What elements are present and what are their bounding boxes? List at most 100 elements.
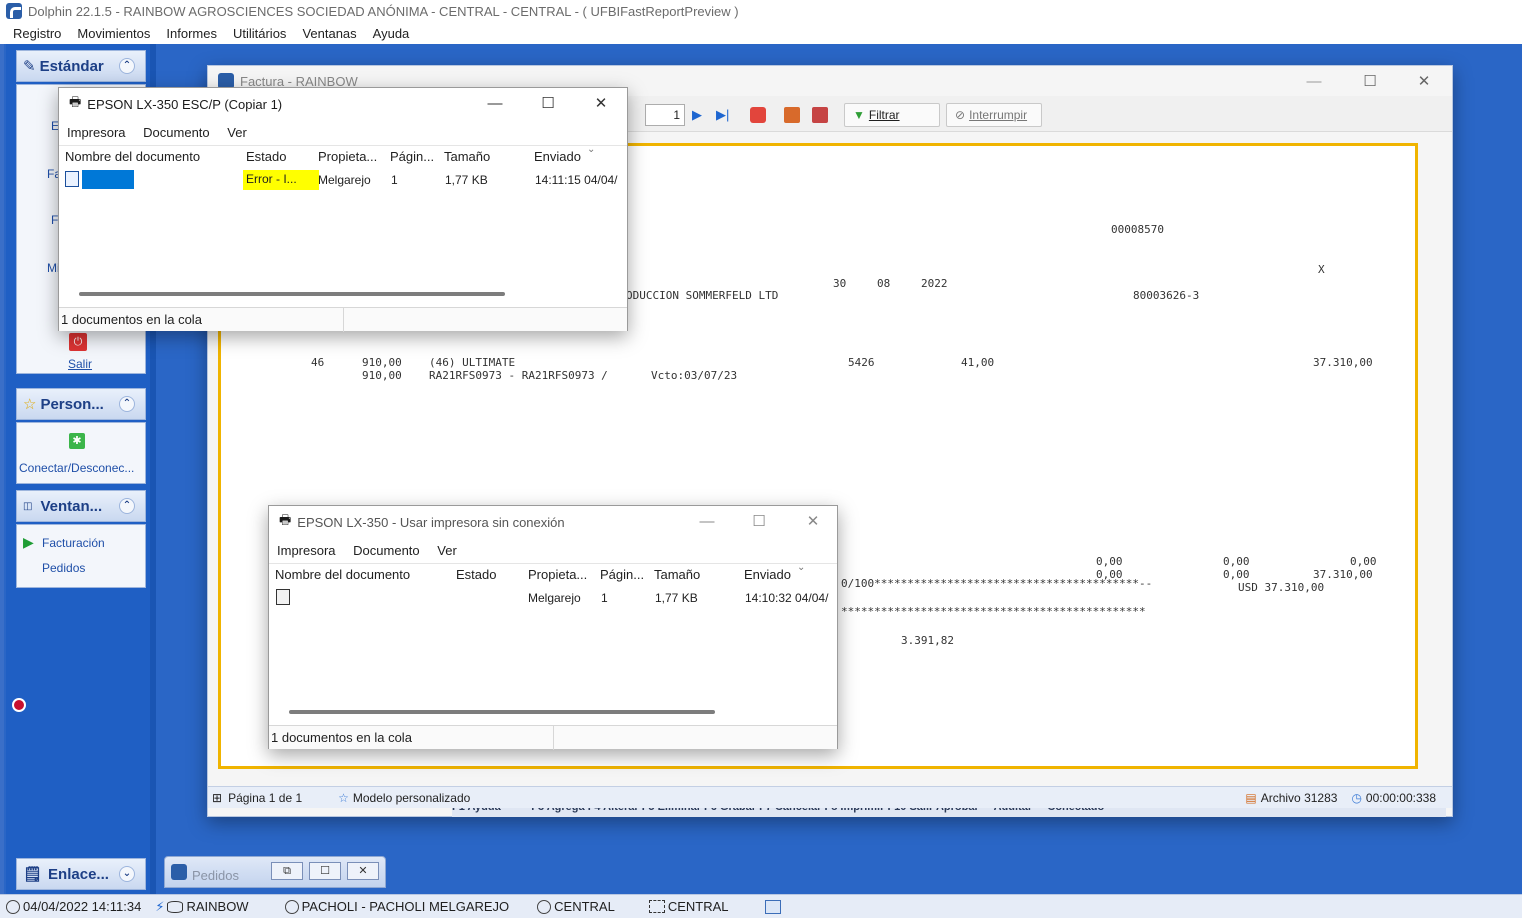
filler-line: ****************************************…	[841, 605, 1146, 618]
stop-icon[interactable]	[750, 107, 766, 123]
menu-ventanas[interactable]: Ventanas	[302, 26, 356, 41]
col-status[interactable]: Estado	[456, 567, 496, 582]
col-sent[interactable]: Enviado	[534, 149, 581, 164]
menu-utilitarios[interactable]: Utilitários	[233, 26, 286, 41]
location-icon	[537, 899, 552, 914]
menu-ayuda[interactable]: Ayuda	[373, 26, 410, 41]
menu-impresora[interactable]: Impresora	[67, 125, 126, 140]
col-size[interactable]: Tamaño	[444, 149, 490, 164]
menu-ver[interactable]: Ver	[437, 543, 457, 558]
restore-button[interactable]: ⧉	[271, 862, 303, 880]
maximize-button[interactable]: ☐	[522, 88, 574, 120]
sort-chevron-icon[interactable]: ⌄	[797, 562, 805, 573]
plug-icon: ⚡	[155, 898, 165, 914]
next-page-icon[interactable]: ▶	[692, 107, 702, 123]
close-button[interactable]: ✕	[787, 506, 839, 538]
collapse-chevron-icon[interactable]: ⌃	[119, 498, 135, 514]
window-link-facturacion[interactable]: Facturación	[42, 536, 105, 550]
horizontal-scrollbar[interactable]	[79, 292, 505, 296]
salir-link[interactable]: Salir	[68, 357, 92, 371]
conectar-desconectar-link[interactable]: Conectar/Desconec...	[19, 461, 134, 475]
window-link-pedidos[interactable]: Pedidos	[42, 561, 85, 575]
page-number-input[interactable]: 1	[645, 104, 685, 126]
menu-informes[interactable]: Informes	[166, 26, 217, 41]
sort-chevron-icon[interactable]: ⌄	[587, 144, 595, 155]
job-size: 1,77 KB	[445, 173, 488, 187]
power-exit-icon[interactable]: ⏻	[69, 333, 87, 351]
col-sent[interactable]: Enviado	[744, 567, 791, 582]
usd-total: USD 37.310,00	[1238, 581, 1325, 594]
document-icon	[65, 171, 79, 187]
col-document-name[interactable]: Nombre del documento	[275, 567, 410, 582]
job-size: 1,77 KB	[655, 591, 698, 605]
col-status[interactable]: Estado	[246, 149, 286, 164]
delete-page-icon[interactable]	[812, 107, 828, 123]
col-size[interactable]: Tamaño	[654, 567, 700, 582]
last-page-icon[interactable]: ▶|	[716, 107, 729, 123]
pedidos-minimized-window[interactable]: Pedidos ⧉ ☐ ✕	[164, 856, 386, 888]
close-button[interactable]: ✕	[347, 862, 379, 880]
menu-documento[interactable]: Documento	[143, 125, 209, 140]
keyboard-icon[interactable]	[764, 899, 781, 914]
invoice-year: 2022	[921, 277, 948, 290]
minimize-button[interactable]: —	[681, 506, 733, 538]
print-queue-2-title: EPSON LX-350 - Usar impresora sin conexi…	[297, 514, 565, 530]
window-icon: ◫	[23, 500, 33, 512]
star-icon: ☆	[23, 396, 37, 413]
queue-1-statusbar: 1 documentos en la cola	[59, 307, 627, 332]
export-icon[interactable]	[784, 107, 800, 123]
expand-chevron-icon[interactable]: ⌄	[119, 866, 135, 882]
client-ruc: 80003626-3	[1133, 289, 1200, 302]
user-text: PACHOLI - PACHOLI MELGAREJO	[301, 899, 510, 914]
group-personal-title: Person...	[40, 395, 104, 413]
minimize-button[interactable]: —	[469, 88, 521, 120]
menu-ver[interactable]: Ver	[227, 125, 247, 140]
col-owner[interactable]: Propieta...	[528, 567, 587, 582]
client-name: ODUCCION SOMMERFELD LTD	[626, 289, 779, 302]
col-owner[interactable]: Propieta...	[318, 149, 377, 164]
maximize-button[interactable]: ☐	[1344, 66, 1396, 98]
print-queue-2-menubar: Impresora Documento Ver	[277, 543, 471, 558]
menu-registro[interactable]: Registro	[13, 26, 61, 41]
total-col-b-1: 0,00	[1223, 555, 1250, 568]
menu-documento[interactable]: Documento	[353, 543, 419, 558]
horizontal-scrollbar[interactable]	[289, 710, 715, 714]
close-button[interactable]: ✕	[575, 88, 627, 120]
queue-2-job-row[interactable]: Melgarejo 1 1,77 KB 14:10:32 04/04/	[269, 589, 837, 609]
menu-impresora[interactable]: Impresora	[277, 543, 336, 558]
group-ventanas-header[interactable]: ◫ Ventan... ⌃	[16, 490, 146, 522]
group-estandar-header[interactable]: ✎ Estándar ⌃	[16, 50, 146, 82]
queue-1-count: 1 documentos en la cola	[61, 312, 202, 327]
line-unit-price: 41,00	[961, 356, 995, 369]
depot-icon	[648, 900, 665, 913]
star-icon: ☆	[338, 790, 349, 805]
menu-movimientos[interactable]: Movimientos	[77, 26, 150, 41]
group-personal-body: ✱ Conectar/Desconec...	[16, 422, 146, 484]
amount-in-words: 0/100***********************************…	[841, 577, 1153, 590]
group-personal-header[interactable]: ☆ Person... ⌃	[16, 388, 146, 420]
print-queue-window-1: 🖶 EPSON LX-350 ESC/P (Copiar 1) — ☐ ✕ Im…	[58, 87, 628, 332]
branch-text: CENTRAL	[554, 899, 615, 914]
line-quantity-2: 910,00	[362, 369, 402, 382]
maximize-button[interactable]: ☐	[733, 506, 785, 538]
col-pages[interactable]: Págin...	[390, 149, 434, 164]
col-document-name[interactable]: Nombre del documento	[65, 149, 200, 164]
interrupt-button[interactable]: ⊘ Interrumpir	[946, 103, 1042, 127]
job-status-error: Error - I...	[243, 170, 319, 190]
invoice-number: 00008570	[1111, 223, 1164, 236]
status-divider	[553, 726, 554, 750]
link-icon: 🗒	[23, 866, 43, 883]
collapse-chevron-icon[interactable]: ⌃	[119, 396, 135, 412]
connect-icon[interactable]: ✱	[69, 433, 85, 449]
total-col-a-1: 0,00	[1096, 555, 1123, 568]
app-menubar: Registro Movimientos Informes Utilitário…	[0, 22, 1522, 44]
play-icon: ▶	[23, 534, 34, 550]
maximize-button[interactable]: ☐	[309, 862, 341, 880]
group-enlace-header[interactable]: 🗒 Enlace... ⌄	[16, 858, 146, 890]
minimize-button[interactable]: —	[1288, 66, 1340, 98]
collapse-chevron-icon[interactable]: ⌃	[119, 58, 135, 74]
queue-1-job-row[interactable]: Error - I... Melgarejo 1 1,77 KB 14:11:1…	[59, 170, 627, 191]
filter-button[interactable]: ▼ Filtrar	[844, 103, 940, 127]
close-button[interactable]: ✕	[1398, 66, 1450, 98]
col-pages[interactable]: Págin...	[600, 567, 644, 582]
